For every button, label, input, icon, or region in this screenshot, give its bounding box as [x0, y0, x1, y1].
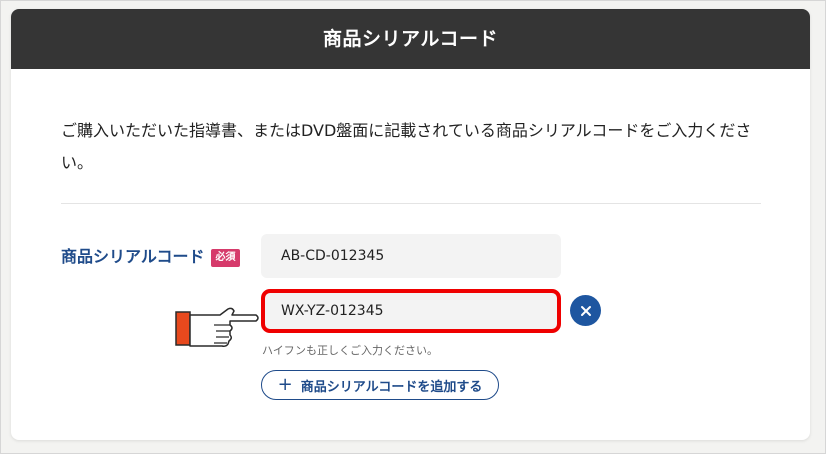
serial-code-input-1[interactable] [261, 234, 561, 278]
card-header-title: 商品シリアルコード [11, 9, 810, 69]
add-serial-code-label: 商品シリアルコードを追加する [300, 379, 483, 395]
serial-code-card: 商品シリアルコード ご購入いただいた指導書、またはDVD盤面に記載されている商品… [11, 9, 810, 440]
serial-code-input-2[interactable] [261, 289, 561, 333]
add-serial-code-button[interactable]: + 商品シリアルコードを追加する [261, 370, 499, 400]
required-badge: 必須 [211, 249, 240, 267]
pointing-hand-icon [175, 307, 259, 347]
instruction-text: ご購入いただいた指導書、またはDVD盤面に記載されている商品シリアルコードをご入… [61, 121, 752, 172]
clear-serial-code-button[interactable] [570, 295, 601, 326]
close-icon [580, 305, 591, 316]
divider [61, 203, 761, 204]
hint-text: ハイフンも正しくご入力ください。 [262, 344, 438, 357]
serial-code-label: 商品シリアルコード [61, 247, 205, 266]
plus-icon: + [277, 374, 293, 395]
